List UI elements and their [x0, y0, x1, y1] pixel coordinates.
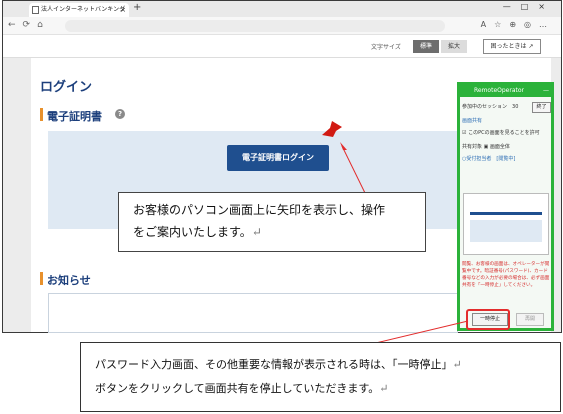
return-mark-icon: ↵: [452, 358, 462, 371]
callout-pause-guidance: パスワード入力画面、その他重要な情報が表示される時は、「一時停止」↵ ボタンをク…: [80, 342, 561, 412]
cert-section-title: 電子証明書: [47, 110, 102, 123]
share-section-label: 画面共有: [462, 118, 483, 124]
allow-operate-checkbox[interactable]: ☑ このPCの画面を見ることを許可: [462, 129, 540, 136]
callout1-line1: お客様のパソコン画面上に矢印を表示し、操作: [133, 203, 386, 217]
utility-bar: 文字サイズ 標準 拡大 困ったときは ↗: [3, 36, 561, 58]
toolbar-icons[interactable]: A☆⊕◎…: [481, 20, 555, 29]
font-size-standard-button[interactable]: 標準: [413, 40, 439, 53]
session-count: 30: [512, 104, 519, 110]
section-marker: [40, 272, 43, 285]
pause-highlight-box: [466, 309, 510, 330]
remote-operator-window: RemoteOperator — 参加中のセッション 30 終了 画面共有 ☑ …: [457, 82, 554, 331]
tab-bar: 法人インターネットバンキング × + —□×: [3, 1, 561, 17]
help-button[interactable]: 困ったときは ↗: [483, 39, 541, 54]
remote-operator-title: RemoteOperator: [474, 87, 525, 94]
address-bar: ←⟳⌂ A☆⊕◎…: [3, 17, 561, 35]
end-session-button[interactable]: 終了: [532, 102, 551, 113]
new-tab-button[interactable]: +: [133, 2, 141, 13]
tab-title: 法人インターネットバンキング: [41, 6, 126, 13]
font-size-large-button[interactable]: 拡大: [441, 40, 467, 53]
return-mark-icon: ↵: [251, 225, 262, 239]
callout1-line2-row: をご案内いたします。↵: [133, 225, 262, 239]
resume-button[interactable]: 再開: [516, 313, 544, 326]
cert-login-button[interactable]: 電子証明書ログイン: [227, 145, 329, 171]
question-icon[interactable]: ?: [115, 109, 125, 119]
page-title: ログイン: [40, 80, 93, 95]
preview-header: [470, 212, 542, 215]
browser-tab[interactable]: 法人インターネットバンキング ×: [29, 3, 129, 17]
notice-section-title: お知らせ: [47, 274, 91, 287]
tab-close-icon[interactable]: ×: [120, 3, 126, 17]
remote-operator-titlebar: RemoteOperator —: [460, 85, 551, 97]
operator-status: ○受付担当者 [閲覧中]: [462, 156, 516, 162]
return-mark-icon: ↵: [379, 382, 389, 395]
page-icon: [32, 6, 39, 14]
warning-text: 閲覧、お客様の画面は、オペレーターが閲覧中です。暗証番号(パスワード)、カード番…: [462, 262, 550, 288]
window-controls[interactable]: —□×: [503, 2, 555, 11]
navigation-icons[interactable]: ←⟳⌂: [8, 20, 50, 30]
url-field[interactable]: [65, 20, 445, 32]
callout2-line2-row: ボタンをクリックして画面共有を停止していただきます。↵: [95, 382, 389, 395]
callout2-line1-row: パスワード入力画面、その他重要な情報が表示される時は、「一時停止」↵: [95, 358, 462, 371]
preview-content: [470, 220, 542, 242]
screen-preview: [463, 193, 549, 255]
minimize-icon[interactable]: —: [543, 85, 549, 97]
section-marker: [40, 108, 43, 121]
callout-arrow-guidance: お客様のパソコン画面上に矢印を表示し、操作 をご案内いたします。↵: [118, 192, 426, 252]
share-target-select[interactable]: 共有対象 ▣ 画面全体: [462, 143, 510, 150]
notice-box: [48, 293, 458, 333]
session-label: 参加中のセッション 30: [462, 104, 519, 110]
font-size-label: 文字サイズ: [371, 44, 401, 51]
